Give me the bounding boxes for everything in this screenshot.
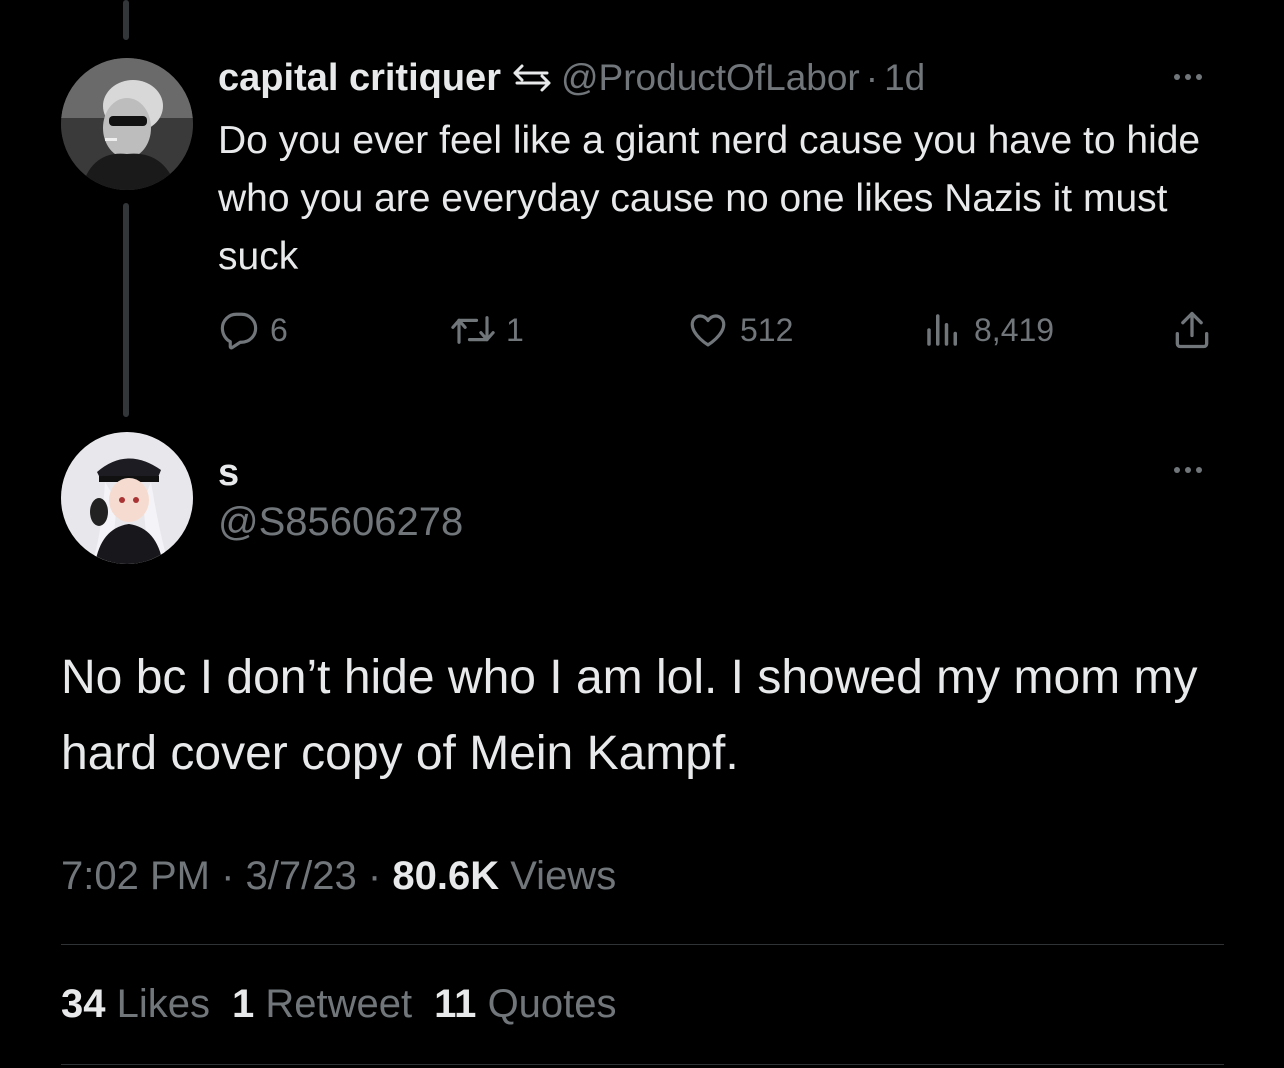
tweet-date[interactable]: 3/7/23 bbox=[246, 854, 357, 898]
like-count: 512 bbox=[740, 311, 794, 348]
avatar-image bbox=[61, 58, 193, 190]
engagement-stats: 34 Likes 1 Retweet 11 Quotes bbox=[61, 982, 617, 1027]
tweet-time[interactable]: 7:02 PM bbox=[61, 854, 210, 898]
views-label: Views bbox=[510, 854, 617, 898]
share-button[interactable] bbox=[1170, 306, 1214, 354]
retweets-stat[interactable]: 1 Retweet bbox=[232, 982, 412, 1026]
retweet-button[interactable]: 1 bbox=[450, 306, 524, 354]
likes-count: 34 bbox=[61, 982, 106, 1026]
tweet-text: No bc I don’t hide who I am lol. I showe… bbox=[61, 651, 1198, 780]
tweet-meta: 7:02 PM · 3/7/23 · 80.6K Views bbox=[61, 854, 616, 899]
retweet-count: 1 bbox=[506, 311, 524, 348]
quotes-label: Quotes bbox=[487, 982, 617, 1026]
retweet-icon bbox=[451, 316, 495, 344]
separator-dot: · bbox=[865, 57, 879, 98]
views-icon bbox=[927, 314, 957, 346]
separator-dot: · bbox=[221, 854, 235, 898]
avatar[interactable] bbox=[61, 58, 193, 190]
retweets-count: 1 bbox=[232, 982, 255, 1026]
reply-icon bbox=[220, 312, 258, 350]
tweet-header: capital critiquer @ProductOfLabor · 1d bbox=[218, 56, 925, 100]
retweets-label: Retweet bbox=[265, 982, 413, 1026]
handle[interactable]: @ProductOfLabor bbox=[561, 57, 860, 99]
repost-indicator-icon bbox=[511, 63, 553, 93]
views-button[interactable]: 8,419 bbox=[922, 306, 1054, 354]
reply-button[interactable]: 6 bbox=[218, 306, 288, 354]
handle[interactable]: @S85606278 bbox=[218, 500, 463, 545]
reply-count: 6 bbox=[270, 311, 288, 348]
avatar[interactable] bbox=[61, 432, 193, 564]
divider bbox=[61, 944, 1224, 945]
display-name[interactable]: s bbox=[218, 452, 239, 495]
tweet-actions: 6 1 512 8,419 bbox=[218, 306, 1218, 354]
like-button[interactable]: 512 bbox=[686, 306, 793, 354]
views-count: 80.6K bbox=[392, 854, 500, 898]
views-count: 8,419 bbox=[974, 311, 1055, 348]
tweet-text: Do you ever feel like a giant nerd cause… bbox=[218, 119, 1201, 278]
share-icon bbox=[1175, 311, 1209, 349]
more-icon[interactable] bbox=[1174, 74, 1202, 80]
display-name[interactable]: capital critiquer bbox=[218, 57, 501, 100]
quotes-count: 11 bbox=[434, 982, 477, 1026]
like-icon bbox=[690, 314, 726, 347]
separator-dot: · bbox=[367, 854, 382, 898]
divider bbox=[61, 1064, 1224, 1065]
more-icon[interactable] bbox=[1174, 467, 1202, 473]
likes-stat[interactable]: 34 Likes bbox=[61, 982, 210, 1026]
likes-label: Likes bbox=[116, 982, 211, 1026]
thread-line bbox=[123, 203, 129, 417]
avatar-image bbox=[61, 432, 193, 564]
quotes-stat[interactable]: 11 Quotes bbox=[434, 982, 616, 1026]
thread-line-top bbox=[123, 0, 129, 40]
timestamp[interactable]: 1d bbox=[884, 57, 925, 99]
